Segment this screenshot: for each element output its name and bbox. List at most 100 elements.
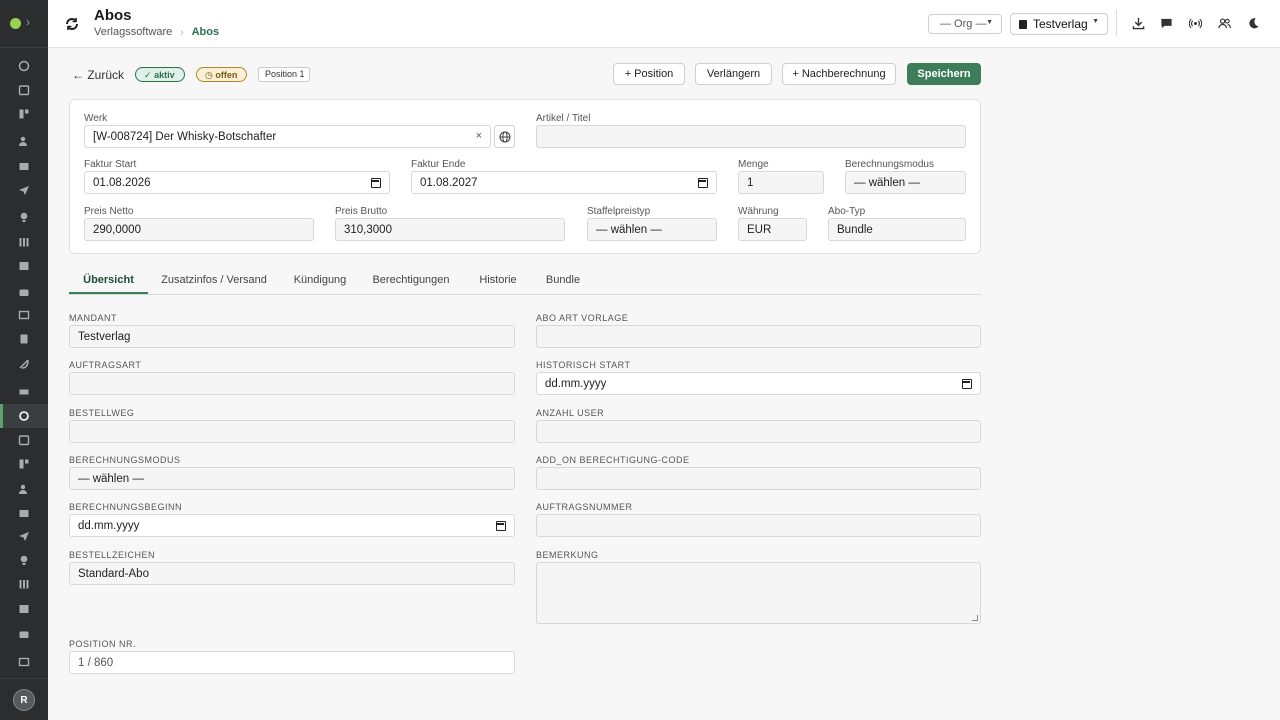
publisher-select[interactable]: Testverlag ▼ (1010, 13, 1108, 35)
anzahl-user-input[interactable] (536, 420, 981, 443)
calendar-icon[interactable] (371, 178, 381, 188)
header: Abos Verlagssoftware › Abos — Org — ▼ Test… (48, 0, 1280, 48)
newspaper-icon[interactable] (0, 303, 48, 327)
music-icon[interactable] (0, 501, 48, 525)
bulb-icon[interactable] (0, 205, 48, 229)
auftragsnummer-label: AUFTRAGSNUMMER (536, 502, 633, 512)
org-select-value: — Org — (940, 18, 987, 30)
publisher-select-value: Testverlag (1033, 17, 1088, 31)
breadcrumb-item-verlagssoftware[interactable]: Verlagssoftware (94, 26, 172, 38)
avatar[interactable]: R (13, 689, 35, 711)
auftragsnummer-input[interactable] (536, 514, 981, 537)
send-icon[interactable] (0, 178, 48, 202)
staffelpreistyp-select[interactable]: — wählen — (587, 218, 717, 241)
calendar-icon[interactable] (496, 521, 506, 531)
position-tag: Position 1 (258, 67, 310, 82)
save-button[interactable]: Speichern (907, 63, 981, 85)
bag-icon[interactable] (0, 428, 48, 452)
briefcase-icon[interactable] (0, 280, 48, 304)
sidebar-divider (0, 678, 48, 679)
clear-icon[interactable]: × (476, 130, 482, 142)
shield-icon[interactable] (0, 650, 48, 674)
store-icon[interactable] (0, 548, 48, 572)
waehrung-input[interactable]: EUR (738, 218, 807, 241)
breadcrumb-item-abos[interactable]: Abos (192, 26, 220, 38)
extend-button[interactable]: Verlängern (695, 63, 772, 85)
globe-button[interactable] (494, 125, 515, 148)
tab-bundle[interactable]: Bundle (539, 268, 587, 294)
berechnungsbeginn-label: BERECHNUNGSBEGINN (69, 502, 183, 512)
receipt-icon[interactable] (0, 622, 48, 646)
werk-label: Werk (84, 113, 108, 124)
bemerkung-label: BEMERKUNG (536, 550, 599, 560)
faktur-ende-input[interactable]: 01.08.2027 (411, 171, 717, 194)
download-icon[interactable] (1129, 14, 1147, 32)
tab-kuendigung[interactable]: Kündigung (285, 268, 355, 294)
layout-icon[interactable] (0, 102, 48, 126)
calendar-icon[interactable] (0, 78, 48, 102)
feather-icon[interactable] (0, 352, 48, 376)
tab-historie[interactable]: Historie (473, 268, 523, 294)
recalc-button[interactable]: + Nachberechnung (782, 63, 896, 85)
chart-icon[interactable] (0, 597, 48, 621)
tab-zusatzinfos-versand[interactable]: Zusatzinfos / Versand (157, 268, 271, 294)
tab-berechtigungen[interactable]: Berechtigungen (367, 268, 455, 294)
bemerkung-textarea[interactable] (536, 562, 981, 624)
users-icon[interactable] (1215, 14, 1233, 32)
historisch-start-input[interactable]: dd.mm.yyyy (536, 372, 981, 395)
auftragsart-input[interactable] (69, 372, 515, 395)
tab-uebersicht[interactable]: Übersicht (69, 268, 148, 294)
stack-icon[interactable] (0, 154, 48, 178)
position-nr-label: POSITION NR. (69, 639, 137, 649)
berechnungsbeginn-input[interactable]: dd.mm.yyyy (69, 514, 515, 537)
resize-handle-icon[interactable] (972, 615, 978, 621)
add-position-button[interactable]: + Position (613, 63, 685, 85)
calendar-icon[interactable] (962, 379, 972, 389)
users-icon[interactable] (0, 129, 48, 153)
bestellzeichen-input[interactable]: Standard-Abo (69, 562, 515, 585)
preis-brutto-input[interactable]: 310,3000 (335, 218, 565, 241)
org-select[interactable]: — Org — ▼ (928, 14, 1002, 34)
menge-input[interactable]: 1 (738, 171, 824, 194)
faktur-start-value: 01.08.2026 (93, 177, 151, 189)
berechnungsmodus-select[interactable]: — wählen — (845, 171, 966, 194)
clock-icon: ◷ (205, 70, 213, 80)
printer-icon[interactable] (0, 477, 48, 501)
subscription-icon[interactable] (0, 404, 48, 428)
chat-icon[interactable] (1157, 14, 1175, 32)
faktur-start-input[interactable]: 01.08.2026 (84, 171, 390, 194)
image-icon[interactable] (0, 254, 48, 278)
calendar-icon[interactable] (698, 178, 708, 188)
caret-down-icon: ▼ (986, 19, 993, 26)
dark-mode-icon[interactable] (1244, 14, 1262, 32)
back-link[interactable]: ← Zurück (72, 68, 124, 82)
tab-bar: Übersicht Zusatzinfos / Versand Kündigun… (69, 268, 981, 295)
document-icon[interactable] (0, 524, 48, 548)
status-badge-offen: ◷ offen (196, 67, 247, 82)
megaphone-icon[interactable] (0, 452, 48, 476)
artikel-input[interactable] (536, 125, 966, 148)
library-icon[interactable] (0, 230, 48, 254)
mandant-label: MANDANT (69, 313, 117, 323)
subscription-refresh-icon (66, 18, 78, 30)
abotyp-input[interactable]: Bundle (828, 218, 966, 241)
faktur-start-label: Faktur Start (84, 159, 137, 170)
print-job-icon[interactable] (0, 572, 48, 596)
dashboard-icon[interactable] (0, 54, 48, 78)
preis-netto-input[interactable]: 290,0000 (84, 218, 314, 241)
berechnungsmodus-select[interactable]: — wählen — (69, 467, 515, 490)
historisch-start-value: dd.mm.yyyy (545, 378, 607, 390)
bestellweg-input[interactable] (69, 420, 515, 443)
truck-icon[interactable] (0, 380, 48, 404)
addon-code-input[interactable] (536, 467, 981, 490)
mandant-input[interactable]: Testverlag (69, 325, 515, 348)
book-icon[interactable] (0, 327, 48, 351)
chevron-right-icon[interactable]: › (26, 15, 30, 29)
chevron-right-icon: › (180, 27, 184, 38)
aboart-vorlage-input[interactable] (536, 325, 981, 348)
werk-input[interactable]: [W-008724] Der Whisky-Botschafter × (84, 125, 491, 148)
abotyp-label: Abo-Typ (828, 206, 866, 217)
broadcast-icon[interactable] (1186, 14, 1204, 32)
position-nr-input[interactable]: 1 / 860 (69, 651, 515, 674)
header-divider (1116, 10, 1117, 36)
